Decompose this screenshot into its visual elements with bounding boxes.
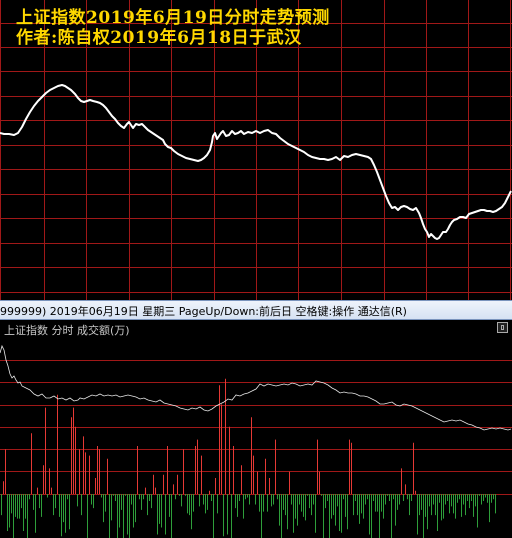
- panel-label: 上证指数 分时 成交额(万): [4, 324, 130, 337]
- panel-header: 上证指数 分时 成交额(万): [0, 320, 512, 338]
- panel-toggle-icon[interactable]: [497, 322, 508, 333]
- volume-bars: [1, 378, 496, 538]
- prediction-price-line: [0, 84, 512, 240]
- intraday-price-line: [0, 344, 512, 431]
- intraday-grid: [0, 360, 512, 495]
- intraday-chart: [0, 344, 512, 538]
- status-text: 999999) 2019年06月19日 星期三 PageUp/Down:前后日 …: [0, 305, 407, 318]
- author-line: 作者:陈自权2019年6月18日于武汉: [16, 28, 302, 48]
- status-bar: 999999) 2019年06月19日 星期三 PageUp/Down:前后日 …: [0, 300, 512, 320]
